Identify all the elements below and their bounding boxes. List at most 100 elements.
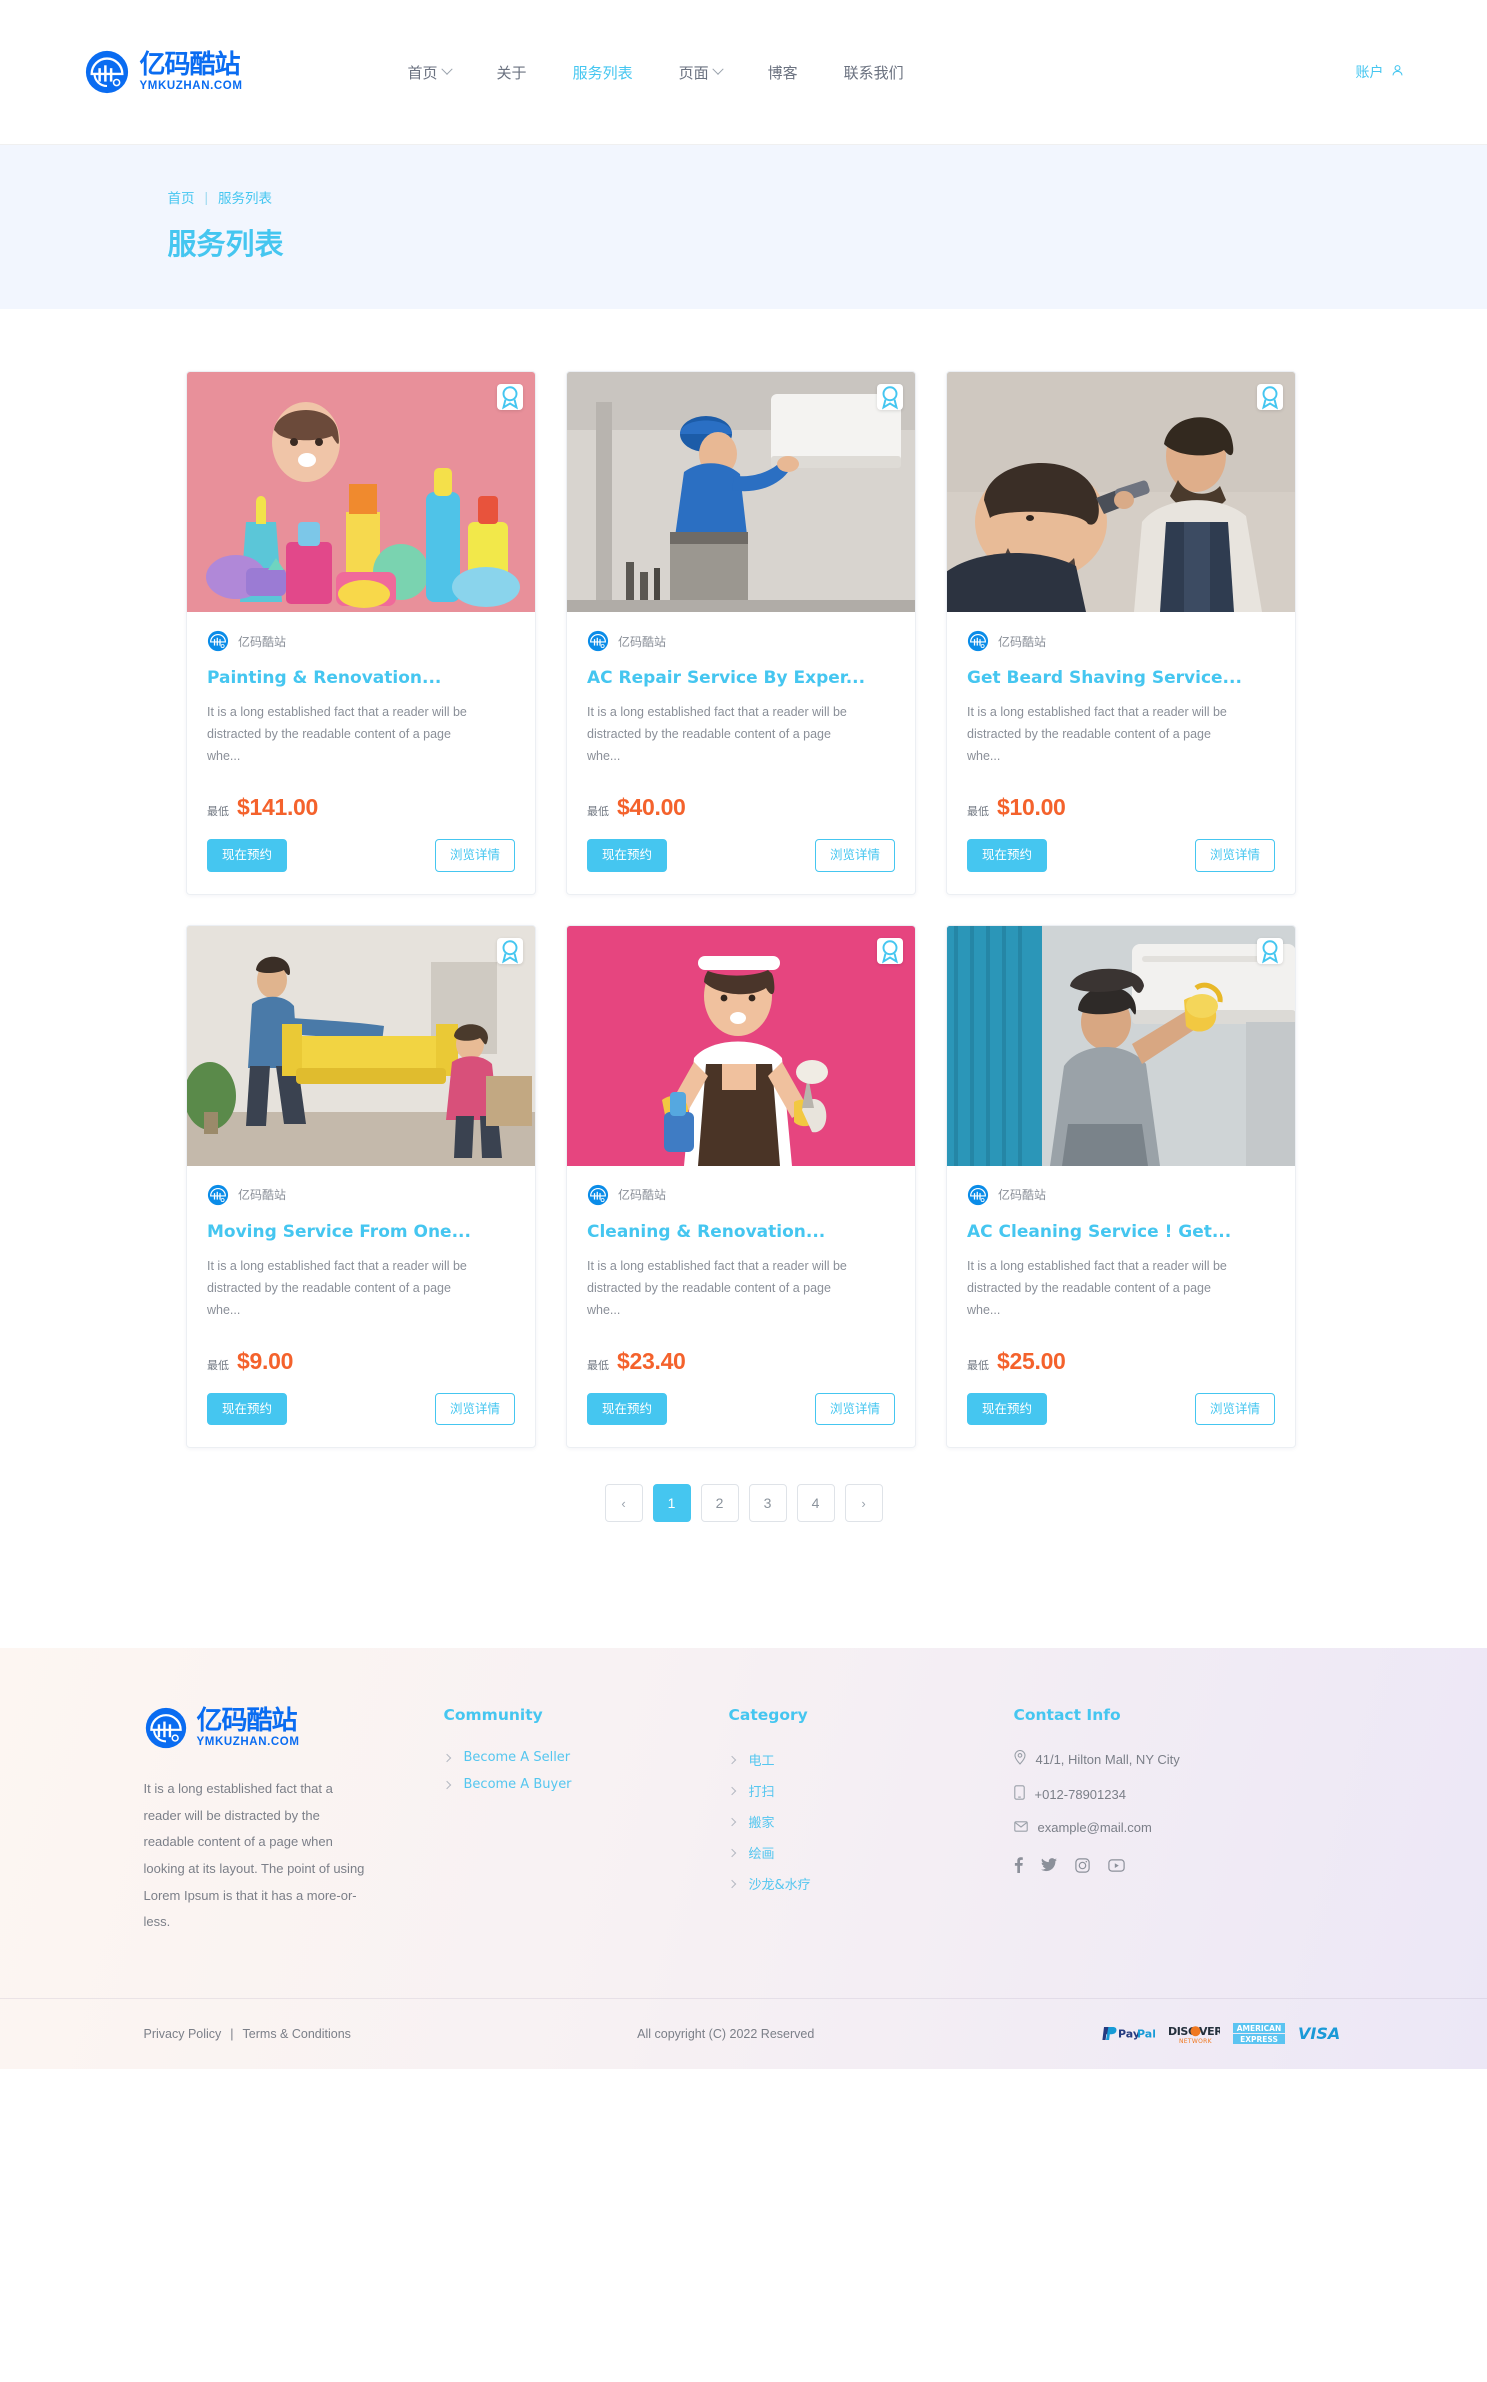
brand-name-en: YMKUZHAN.COM	[139, 79, 243, 92]
paypal-logo-icon: Pay Pal	[1101, 2025, 1155, 2042]
breadcrumb: 首页 | 服务列表	[168, 187, 1334, 207]
pagination: ‹ 1 2 3 4 ›	[0, 1448, 1487, 1600]
card-description: It is a long established fact that a rea…	[587, 705, 847, 764]
envelope-icon	[1013, 1820, 1028, 1835]
instagram-icon[interactable]	[1074, 1857, 1090, 1873]
nav-label: 页面	[678, 63, 709, 82]
book-now-button[interactable]: 现在预约	[587, 839, 668, 872]
price-value: $40.00	[617, 794, 686, 821]
svg-text:VISA: VISA	[1298, 2025, 1340, 2042]
footer-category-cleaning[interactable]: 打扫	[727, 1781, 1014, 1800]
seller-name: 亿码酷站	[238, 1188, 287, 1203]
pagination-page-2[interactable]: 2	[700, 1484, 739, 1523]
chevron-right-icon	[727, 1848, 736, 1857]
footer-category-painting[interactable]: 绘画	[727, 1843, 1014, 1862]
card-title[interactable]: Moving Service From One...	[207, 1222, 515, 1242]
account-label: 账户	[1355, 65, 1384, 81]
twitter-icon[interactable]	[1040, 1858, 1057, 1872]
page-banner: 首页 | 服务列表 服务列表	[0, 145, 1487, 309]
nav-item-about[interactable]: 关于	[497, 62, 527, 83]
card-seller: 亿码酷站	[587, 630, 895, 652]
pagination-next[interactable]: ›	[844, 1484, 883, 1523]
footer-address: 41/1, Hilton Mall, NY City	[1013, 1750, 1344, 1768]
view-details-button[interactable]: 浏览详情	[434, 1392, 515, 1426]
card-seller: 亿码酷站	[587, 1184, 895, 1206]
account-link[interactable]: 账户	[1356, 62, 1404, 82]
service-card[interactable]: 亿码酷站 Moving Service From One... It is a …	[186, 924, 536, 1449]
amex-logo-icon: AMERICAN EXPRESS	[1232, 2022, 1285, 2045]
card-image-barber-beard-shaving	[947, 372, 1295, 612]
book-now-button[interactable]: 现在预约	[967, 1392, 1048, 1426]
nav-item-blog[interactable]: 博客	[768, 62, 798, 83]
service-card[interactable]: 亿码酷站 Painting & Renovation... It is a lo…	[186, 371, 536, 895]
breadcrumb-home[interactable]: 首页	[168, 187, 195, 207]
footer-link-become-a-buyer[interactable]: Become A Buyer	[442, 1777, 729, 1793]
privacy-policy-link[interactable]: Privacy Policy	[144, 2027, 222, 2041]
favorite-award-button[interactable]	[497, 937, 523, 964]
discover-logo-icon: DISC VER NETWORK	[1168, 2024, 1220, 2044]
view-details-button[interactable]: 浏览详情	[434, 839, 515, 872]
book-now-button[interactable]: 现在预约	[587, 1392, 668, 1426]
footer-category-electrician[interactable]: 电工	[727, 1750, 1014, 1769]
favorite-award-button[interactable]	[877, 384, 903, 410]
facebook-icon[interactable]	[1014, 1857, 1023, 1874]
award-badge-icon	[501, 386, 519, 410]
price-label: 最低	[207, 1358, 229, 1372]
book-now-button[interactable]: 现在预约	[207, 839, 288, 872]
nav-item-service-list[interactable]: 服务列表	[573, 62, 633, 83]
nav-item-home[interactable]: 首页	[407, 62, 453, 83]
seller-logo-icon	[587, 630, 609, 652]
card-price: 最低 $25.00	[967, 1348, 1275, 1375]
terms-conditions-link[interactable]: Terms & Conditions	[243, 2027, 351, 2041]
nav-item-pages[interactable]: 页面	[678, 62, 724, 83]
service-list-section: 亿码酷站 Painting & Renovation... It is a lo…	[0, 309, 1487, 1648]
book-now-button[interactable]: 现在预约	[967, 839, 1048, 872]
price-label: 最低	[587, 1358, 609, 1372]
view-details-button[interactable]: 浏览详情	[814, 1392, 895, 1426]
price-value: $141.00	[237, 794, 319, 821]
favorite-award-button[interactable]	[877, 937, 903, 964]
ymkuzhan-circle-logo-icon	[84, 49, 130, 95]
card-seller: 亿码酷站	[967, 630, 1275, 652]
service-card[interactable]: 亿码酷站 Cleaning & Renovation... It is a lo…	[566, 924, 916, 1449]
footer-phone: +012-78901234	[1013, 1785, 1344, 1803]
youtube-icon[interactable]	[1107, 1858, 1125, 1872]
nav-label: 首页	[407, 63, 438, 82]
nav-item-contact[interactable]: 联系我们	[844, 62, 904, 83]
svg-text:NETWORK: NETWORK	[1179, 2038, 1213, 2044]
view-details-button[interactable]: 浏览详情	[1194, 1392, 1275, 1426]
pagination-page-1[interactable]: 1	[652, 1484, 691, 1523]
card-description: It is a long established fact that a rea…	[207, 705, 467, 764]
price-value: $23.40	[617, 1347, 686, 1374]
favorite-award-button[interactable]	[497, 384, 523, 410]
card-title[interactable]: Painting & Renovation...	[207, 668, 515, 688]
pagination-page-4[interactable]: 4	[796, 1484, 835, 1523]
view-details-button[interactable]: 浏览详情	[814, 839, 895, 872]
card-title[interactable]: Cleaning & Renovation...	[587, 1222, 895, 1242]
footer-link-become-a-seller[interactable]: Become A Seller	[442, 1750, 729, 1766]
svg-text:VER: VER	[1199, 2025, 1220, 2038]
brand-name-cn: 亿码酷站	[139, 49, 241, 80]
service-card[interactable]: 亿码酷站 AC Repair Service By Exper... It is…	[566, 371, 916, 895]
card-title[interactable]: Get Beard Shaving Service...	[967, 668, 1275, 688]
pagination-page-3[interactable]: 3	[748, 1484, 787, 1523]
link-label: Become A Seller	[463, 1750, 571, 1766]
footer-category-moving[interactable]: 搬家	[727, 1812, 1014, 1831]
favorite-award-button[interactable]	[1257, 384, 1283, 410]
price-value: $9.00	[237, 1347, 294, 1374]
card-price: 最低 $40.00	[587, 794, 895, 821]
service-card[interactable]: 亿码酷站 AC Cleaning Service ! Get... It is …	[946, 924, 1296, 1449]
footer-logo[interactable]: 亿码酷站 YMKUZHAN.COM	[144, 1706, 444, 1750]
book-now-button[interactable]: 现在预约	[207, 1392, 288, 1426]
seller-logo-icon	[967, 1184, 989, 1206]
view-details-button[interactable]: 浏览详情	[1194, 839, 1275, 872]
favorite-award-button[interactable]	[1257, 937, 1283, 964]
card-title[interactable]: AC Cleaning Service ! Get...	[967, 1222, 1275, 1242]
footer-category-salon-spa[interactable]: 沙龙&水疗	[727, 1874, 1014, 1893]
site-logo[interactable]: 亿码酷站 YMKUZHAN.COM	[84, 49, 243, 95]
service-card[interactable]: 亿码酷站 Get Beard Shaving Service... It is …	[946, 371, 1296, 895]
card-title[interactable]: AC Repair Service By Exper...	[587, 668, 895, 688]
chevron-down-icon	[711, 63, 724, 75]
pagination-prev[interactable]: ‹	[604, 1484, 643, 1523]
link-label: Become A Buyer	[463, 1777, 572, 1793]
